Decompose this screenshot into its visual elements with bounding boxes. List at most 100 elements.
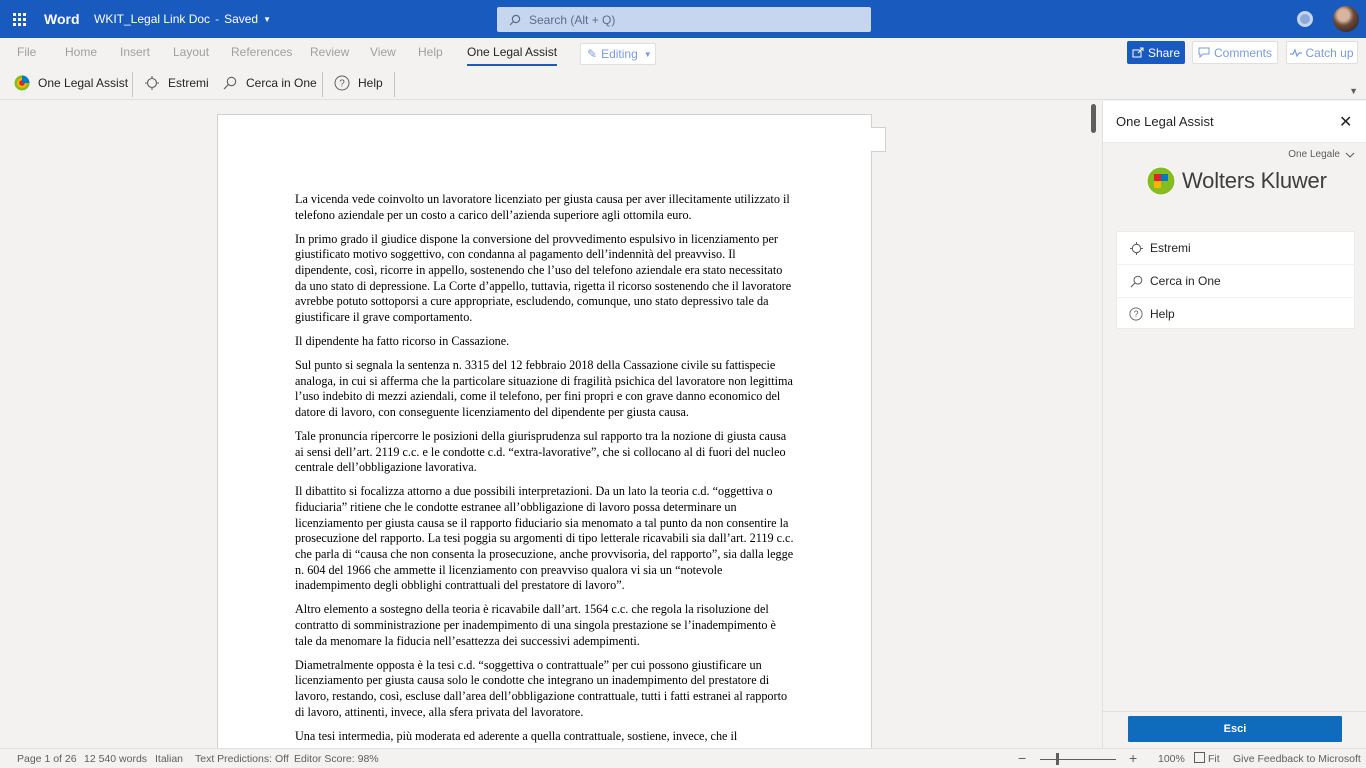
close-icon[interactable]: ✕ [1339,112,1352,132]
status-bar: Page 1 of 26 12 540 words Italian Text P… [0,748,1366,768]
dropdown-label: One Legale [1288,149,1340,160]
tab-review[interactable]: Review [310,45,349,59]
panel-title: One Legal Assist [1116,114,1214,129]
paragraph[interactable]: Una tesi intermedia, più moderata ed ade… [295,729,795,745]
pulse-icon [1290,47,1303,57]
comment-margin-tab[interactable] [871,127,886,152]
zoom-in-button[interactable]: + [1129,750,1137,766]
svg-text:?: ? [1134,309,1139,319]
paragraph[interactable]: Il dibattito si focalizza attorno a due … [295,484,795,594]
pencil-icon: ✎ [587,47,598,61]
crosshair-icon [144,75,160,91]
wolters-kluwer-mark-icon [1146,166,1176,196]
settings-icon[interactable] [1297,11,1313,27]
document-name: WKIT_Legal Link Doc [94,12,211,26]
ribbon-toolbar: One Legal Assist Estremi Cerca in One ? … [0,69,1366,100]
zoom-level[interactable]: 100% [1158,753,1185,765]
panel-header: One Legal Assist ✕ [1103,101,1366,143]
estremi-label: Estremi [168,76,209,90]
catch-up-button[interactable]: Catch up [1286,41,1358,64]
paragraph[interactable]: In primo grado il giudice dispone la con… [295,232,795,326]
panel-menu-label: Cerca in One [1150,274,1221,288]
chevron-down-icon: ▼ [263,14,272,24]
search-placeholder: Search (Alt + Q) [529,12,616,27]
document-page[interactable]: La vicenda vede coinvolto un lavoratore … [217,114,872,748]
document-canvas: La vicenda vede coinvolto un lavoratore … [0,101,1102,748]
one-legal-assist-label: One Legal Assist [38,76,129,90]
app-name[interactable]: Word [44,11,92,27]
paragraph[interactable]: Tale pronuncia ripercorre le posizioni d… [295,429,795,476]
panel-menu-help[interactable]: ? Help [1117,298,1354,331]
logo-text: Wolters Kluwer [1182,168,1327,193]
cerca-in-one-button[interactable]: Cerca in One [222,75,317,91]
share-label: Share [1147,45,1181,60]
title-bar: Word WKIT_Legal Link Doc - Saved ▼ Searc… [0,0,1366,38]
catch-up-label: Catch up [1305,45,1354,60]
tab-one-legal-assist[interactable]: One Legal Assist [467,45,558,66]
give-feedback-link[interactable]: Give Feedback to Microsoft [1233,753,1361,765]
avatar[interactable] [1333,6,1359,32]
panel-menu-label: Help [1150,307,1175,321]
tab-view[interactable]: View [370,45,396,59]
toolbar-divider [394,72,395,97]
panel-menu-cerca-in-one[interactable]: Cerca in One [1117,265,1354,298]
chevron-down-icon [1345,152,1355,158]
one-legal-assist-button[interactable]: One Legal Assist [14,75,128,91]
document-title[interactable]: WKIT_Legal Link Doc - Saved ▼ [94,12,271,26]
save-status: Saved [224,12,259,26]
comment-icon [1198,47,1210,58]
comments-label: Comments [1213,45,1272,60]
paragraph[interactable]: Sul punto si segnala la sentenza n. 3315… [295,358,795,421]
zoom-slider-thumb[interactable] [1056,753,1059,765]
page-count[interactable]: Page 1 of 26 [17,753,77,765]
share-icon [1132,47,1144,58]
panel-menu-estremi[interactable]: Estremi [1117,232,1354,265]
chevron-down-icon: ▼ [643,49,652,59]
search-icon [222,75,238,91]
panel-content: One Legale Wolters Kluwer Estremi Cerca … [1103,143,1366,711]
esci-button[interactable]: Esci [1128,716,1342,742]
tab-home[interactable]: Home [65,45,97,59]
editing-mode-dropdown[interactable]: ✎ Editing ▼ [580,43,656,65]
vertical-scrollbar[interactable] [1091,104,1096,133]
panel-menu: Estremi Cerca in One ? Help [1116,231,1355,331]
estremi-button[interactable]: Estremi [144,75,209,91]
search-box[interactable]: Search (Alt + Q) [497,7,871,32]
editor-score[interactable]: Editor Score: 98% [294,753,379,765]
language[interactable]: Italian [155,753,183,765]
comments-button[interactable]: Comments [1192,41,1278,64]
one-legale-dropdown[interactable]: One Legale [1288,149,1355,160]
zoom-slider[interactable] [1040,759,1116,760]
tab-insert[interactable]: Insert [120,45,150,59]
title-right [1297,0,1366,38]
editing-label: Editing [601,47,638,61]
panel-footer: Esci [1103,711,1366,748]
share-button[interactable]: Share [1127,41,1185,64]
tab-help[interactable]: Help [418,45,443,59]
one-legal-logo-icon [14,75,30,91]
zoom-out-button[interactable]: − [1018,750,1026,766]
panel-menu-label: Estremi [1150,241,1191,255]
text-predictions[interactable]: Text Predictions: Off [195,753,289,765]
tab-layout[interactable]: Layout [173,45,209,59]
wolters-kluwer-logo: Wolters Kluwer [1145,165,1327,197]
search-icon [1129,274,1143,288]
paragraph[interactable]: Diametralmente opposta è la tesi c.d. “s… [295,658,795,721]
app-launcher-icon[interactable] [0,0,38,38]
toolbar-divider [132,72,133,97]
tab-references[interactable]: References [231,45,292,59]
cerca-in-one-label: Cerca in One [246,76,317,90]
paragraph[interactable]: La vicenda vede coinvolto un lavoratore … [295,192,795,223]
fit-icon [1194,752,1205,766]
paragraph[interactable]: Altro elemento a sostegno della teoria è… [295,602,795,649]
help-label: Help [358,76,383,90]
one-legal-assist-panel: One Legal Assist ✕ One Legale Wolters Kl… [1102,101,1366,748]
tab-file[interactable]: File [17,45,36,59]
help-button[interactable]: ? Help [334,75,383,91]
paragraph[interactable]: Il dipendente ha fatto ricorso in Cassaz… [295,334,795,350]
fit-button[interactable]: Fit [1208,753,1220,765]
ribbon-collapse-icon[interactable]: ▼ [1349,86,1358,96]
svg-text:?: ? [339,79,345,90]
document-body[interactable]: La vicenda vede coinvolto un lavoratore … [295,192,795,748]
word-count[interactable]: 12 540 words [84,753,147,765]
